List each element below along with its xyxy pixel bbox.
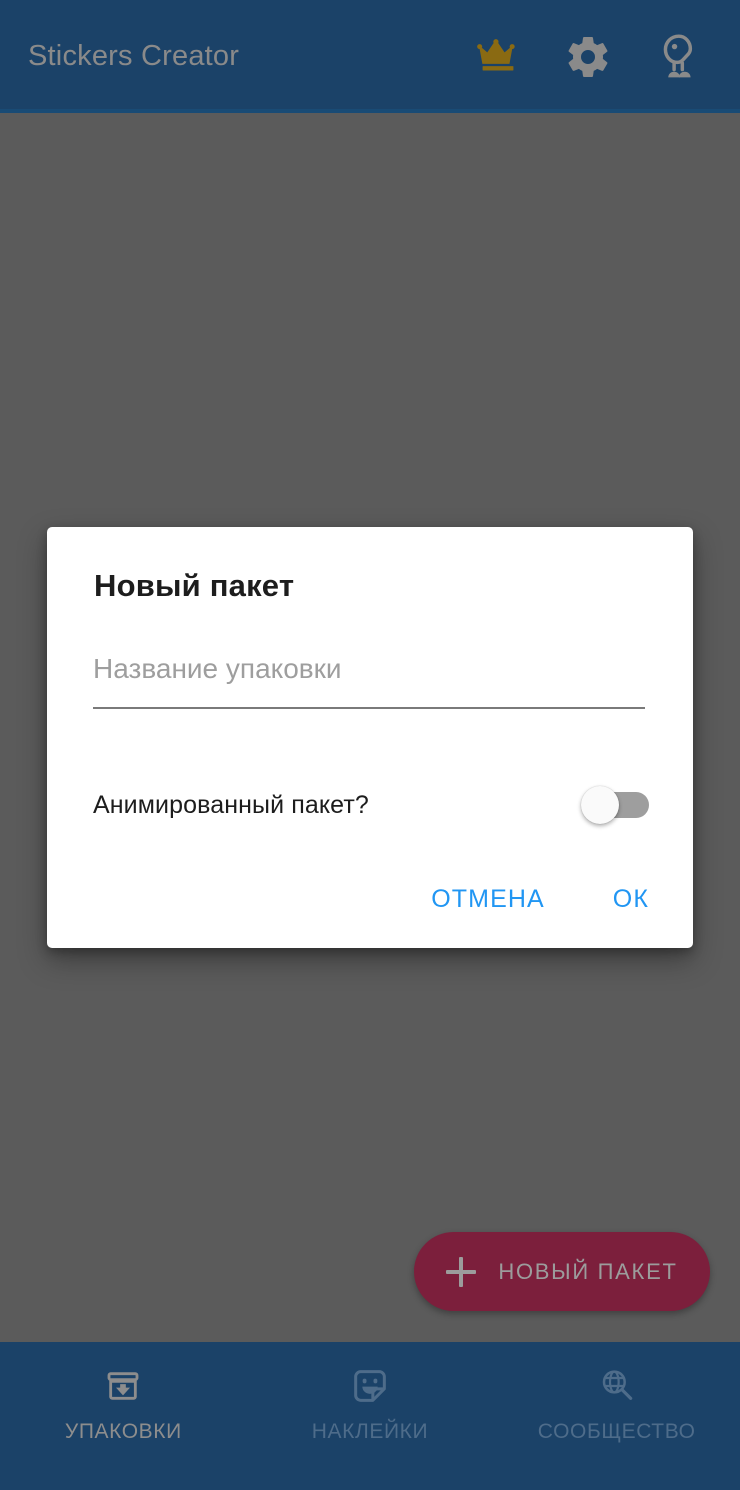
- dialog-title: Новый пакет: [94, 568, 295, 603]
- plus-icon: [446, 1256, 477, 1287]
- app-bar: Stickers Creator: [0, 0, 740, 113]
- toggle-thumb: [581, 786, 619, 824]
- sticker-smiley-icon: [348, 1364, 392, 1408]
- nav-label-packs: УПАКОВКИ: [64, 1420, 182, 1443]
- animated-pack-row: Анимированный пакет?: [93, 775, 649, 835]
- animated-pack-toggle[interactable]: [581, 786, 649, 824]
- cancel-button[interactable]: ОТМЕНА: [411, 873, 565, 926]
- nav-label-community: СООБЩЕСТВО: [537, 1420, 696, 1443]
- pack-name-field-wrapper: [93, 653, 645, 709]
- animated-pack-label: Анимированный пакет?: [93, 790, 369, 819]
- crown-icon[interactable]: [472, 31, 524, 83]
- mascot-bird-icon[interactable]: [652, 31, 704, 83]
- globe-search-icon: [595, 1364, 639, 1408]
- dialog-actions: ОТМЕНА ОК: [411, 873, 669, 926]
- ok-button[interactable]: ОК: [593, 873, 669, 926]
- nav-item-stickers[interactable]: НАКЛЕЙКИ: [247, 1364, 494, 1444]
- archive-box-down-arrow-icon: [101, 1364, 145, 1408]
- nav-label-stickers: НАКЛЕЙКИ: [311, 1420, 429, 1443]
- pack-name-input[interactable]: [93, 653, 645, 709]
- bottom-navigation: УПАКОВКИ НАКЛЕЙКИ СООБЩЕСТВО: [0, 1342, 740, 1490]
- app-bar-actions: [472, 31, 704, 83]
- new-pack-fab-label: НОВЫЙ ПАКЕТ: [498, 1258, 678, 1284]
- nav-item-packs[interactable]: УПАКОВКИ: [0, 1364, 247, 1444]
- gear-icon[interactable]: [562, 31, 614, 83]
- app-root: Stickers Creator НОВЫЙ ПАКЕТ УПАКОВКИ НА…: [0, 0, 740, 1490]
- new-pack-dialog: Новый пакет Анимированный пакет? ОТМЕНА …: [47, 527, 693, 948]
- page-title: Stickers Creator: [28, 40, 240, 72]
- new-pack-fab[interactable]: НОВЫЙ ПАКЕТ: [414, 1232, 710, 1311]
- nav-item-community[interactable]: СООБЩЕСТВО: [493, 1364, 740, 1444]
